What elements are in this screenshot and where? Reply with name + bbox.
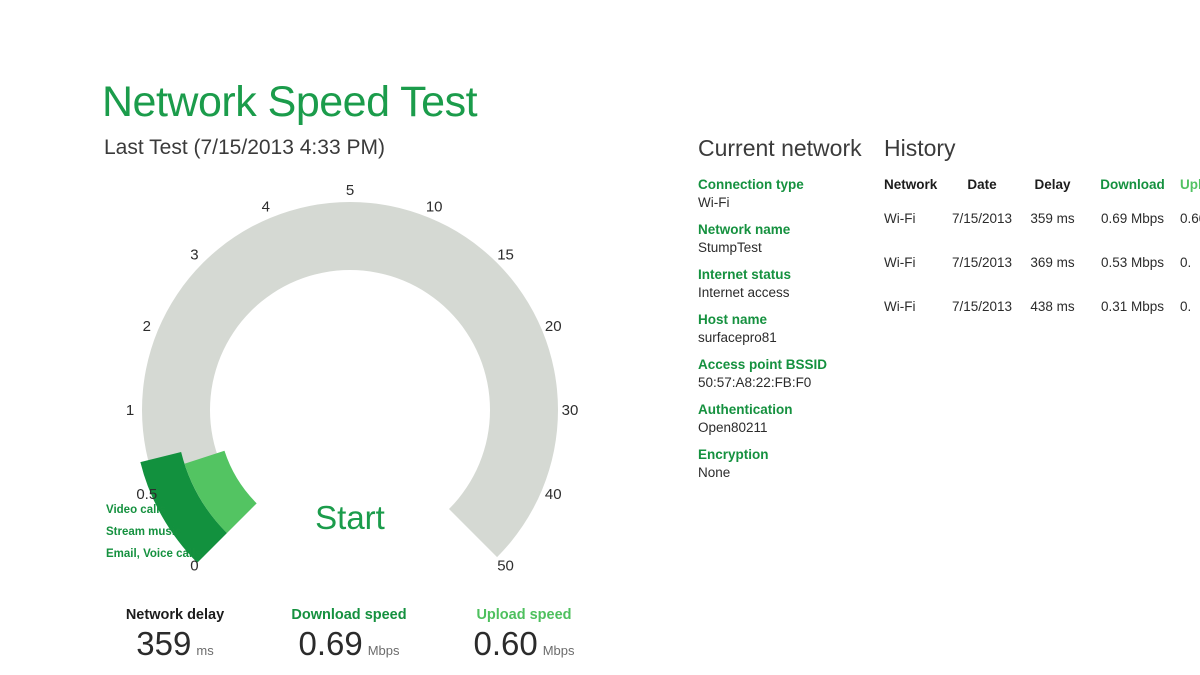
- field-value: Open80211: [698, 419, 888, 437]
- last-test-subtitle: Last Test (7/15/2013 4:33 PM): [104, 136, 385, 160]
- stat-network-delay-label: Network delay: [90, 606, 260, 624]
- gauge-annotation-stream-music: Stream music: [106, 526, 181, 538]
- gauge-scale-label: 4: [262, 199, 270, 216]
- history-cell-delay: 438 ms: [1020, 298, 1085, 316]
- history-cell-date: 7/15/2013: [944, 254, 1020, 272]
- history-col-delay: Delay: [1020, 176, 1085, 194]
- gauge-scale-label: 2: [143, 318, 151, 335]
- field-connection-type: Connection type Wi-Fi: [698, 176, 888, 212]
- history-row: Wi-Fi 7/15/2013 438 ms 0.31 Mbps 0.: [884, 298, 1200, 316]
- gauge-scale-label: 15: [497, 246, 514, 263]
- history-cell-network: Wi-Fi: [884, 298, 944, 316]
- gauge-annotation-email-voice: Email, Voice calls: [106, 548, 202, 560]
- history-cell-download: 0.53 Mbps: [1085, 254, 1180, 272]
- gauge-annotation-video-calls: Video calls: [106, 504, 166, 516]
- stat-upload-speed-unit: Mbps: [543, 643, 575, 658]
- history-col-network: Network: [884, 176, 944, 194]
- gauge-scale-label: 30: [562, 402, 579, 419]
- field-encryption: Encryption None: [698, 446, 888, 482]
- history-cell-network: Wi-Fi: [884, 254, 944, 272]
- gauge-scale-label: 40: [545, 486, 562, 503]
- field-value: surfacepro81: [698, 329, 888, 347]
- stat-download-speed: Download speed 0.69 Mbps: [264, 606, 434, 663]
- gauge-scale-label: 0: [190, 558, 198, 575]
- stat-download-speed-unit: Mbps: [368, 643, 400, 658]
- gauge-scale-label: 50: [497, 558, 514, 575]
- stat-download-speed-value: 0.69: [298, 625, 362, 662]
- history-cell-upload: 0.: [1180, 254, 1200, 272]
- history-cell-download: 0.69 Mbps: [1085, 210, 1180, 228]
- history-row: Wi-Fi 7/15/2013 369 ms 0.53 Mbps 0.: [884, 254, 1200, 272]
- history-col-download: Download: [1085, 176, 1180, 194]
- history-col-date: Date: [944, 176, 1020, 194]
- field-label: Authentication: [698, 401, 888, 419]
- start-button[interactable]: Start: [270, 499, 430, 537]
- history-cell-upload: 0.: [1180, 298, 1200, 316]
- history-col-upload: Upload: [1180, 176, 1200, 194]
- field-label: Host name: [698, 311, 888, 329]
- field-value: Wi-Fi: [698, 194, 888, 212]
- gauge-scale-label: 3: [190, 246, 198, 263]
- field-authentication: Authentication Open80211: [698, 401, 888, 437]
- field-label: Encryption: [698, 446, 888, 464]
- field-label: Connection type: [698, 176, 888, 194]
- field-label: Internet status: [698, 266, 888, 284]
- history-cell-delay: 369 ms: [1020, 254, 1085, 272]
- field-access-point-bssid: Access point BSSID 50:57:A8:22:FB:F0: [698, 356, 888, 392]
- history-cell-upload: 0.60 Mbps: [1180, 210, 1200, 228]
- stat-upload-speed-value: 0.60: [473, 625, 537, 662]
- stat-upload-speed-label: Upload speed: [439, 606, 609, 624]
- history-cell-network: Wi-Fi: [884, 210, 944, 228]
- field-value: None: [698, 464, 888, 482]
- history-cell-delay: 359 ms: [1020, 210, 1085, 228]
- stat-network-delay: Network delay 359 ms: [90, 606, 260, 663]
- page-title: Network Speed Test: [102, 78, 477, 127]
- stat-network-delay-value: 359: [136, 625, 191, 662]
- current-network-panel: Connection type Wi-Fi Network name Stump…: [698, 176, 888, 491]
- gauge-scale-label: 0.5: [136, 486, 157, 503]
- field-value: Internet access: [698, 284, 888, 302]
- current-network-title: Current network: [698, 135, 862, 162]
- field-host-name: Host name surfacepro81: [698, 311, 888, 347]
- history-header-row: Network Date Delay Download Upload: [884, 176, 1200, 194]
- gauge-scale-label: 1: [126, 402, 134, 419]
- history-cell-date: 7/15/2013: [944, 210, 1020, 228]
- stat-upload-speed: Upload speed 0.60 Mbps: [439, 606, 609, 663]
- history-title: History: [884, 135, 956, 162]
- history-cell-date: 7/15/2013: [944, 298, 1020, 316]
- gauge-scale-label: 20: [545, 318, 562, 335]
- gauge-scale-label: 10: [426, 199, 443, 216]
- history-row: Wi-Fi 7/15/2013 359 ms 0.69 Mbps 0.60 Mb…: [884, 210, 1200, 228]
- stat-network-delay-unit: ms: [196, 643, 213, 658]
- field-label: Network name: [698, 221, 888, 239]
- field-internet-status: Internet status Internet access: [698, 266, 888, 302]
- gauge-scale-label: 5: [346, 182, 354, 199]
- field-value: StumpTest: [698, 239, 888, 257]
- field-label: Access point BSSID: [698, 356, 888, 374]
- history-cell-download: 0.31 Mbps: [1085, 298, 1180, 316]
- stat-download-speed-label: Download speed: [264, 606, 434, 624]
- history-table: Network Date Delay Download Upload Wi-Fi…: [884, 176, 1200, 342]
- field-value: 50:57:A8:22:FB:F0: [698, 374, 888, 392]
- field-network-name: Network name StumpTest: [698, 221, 888, 257]
